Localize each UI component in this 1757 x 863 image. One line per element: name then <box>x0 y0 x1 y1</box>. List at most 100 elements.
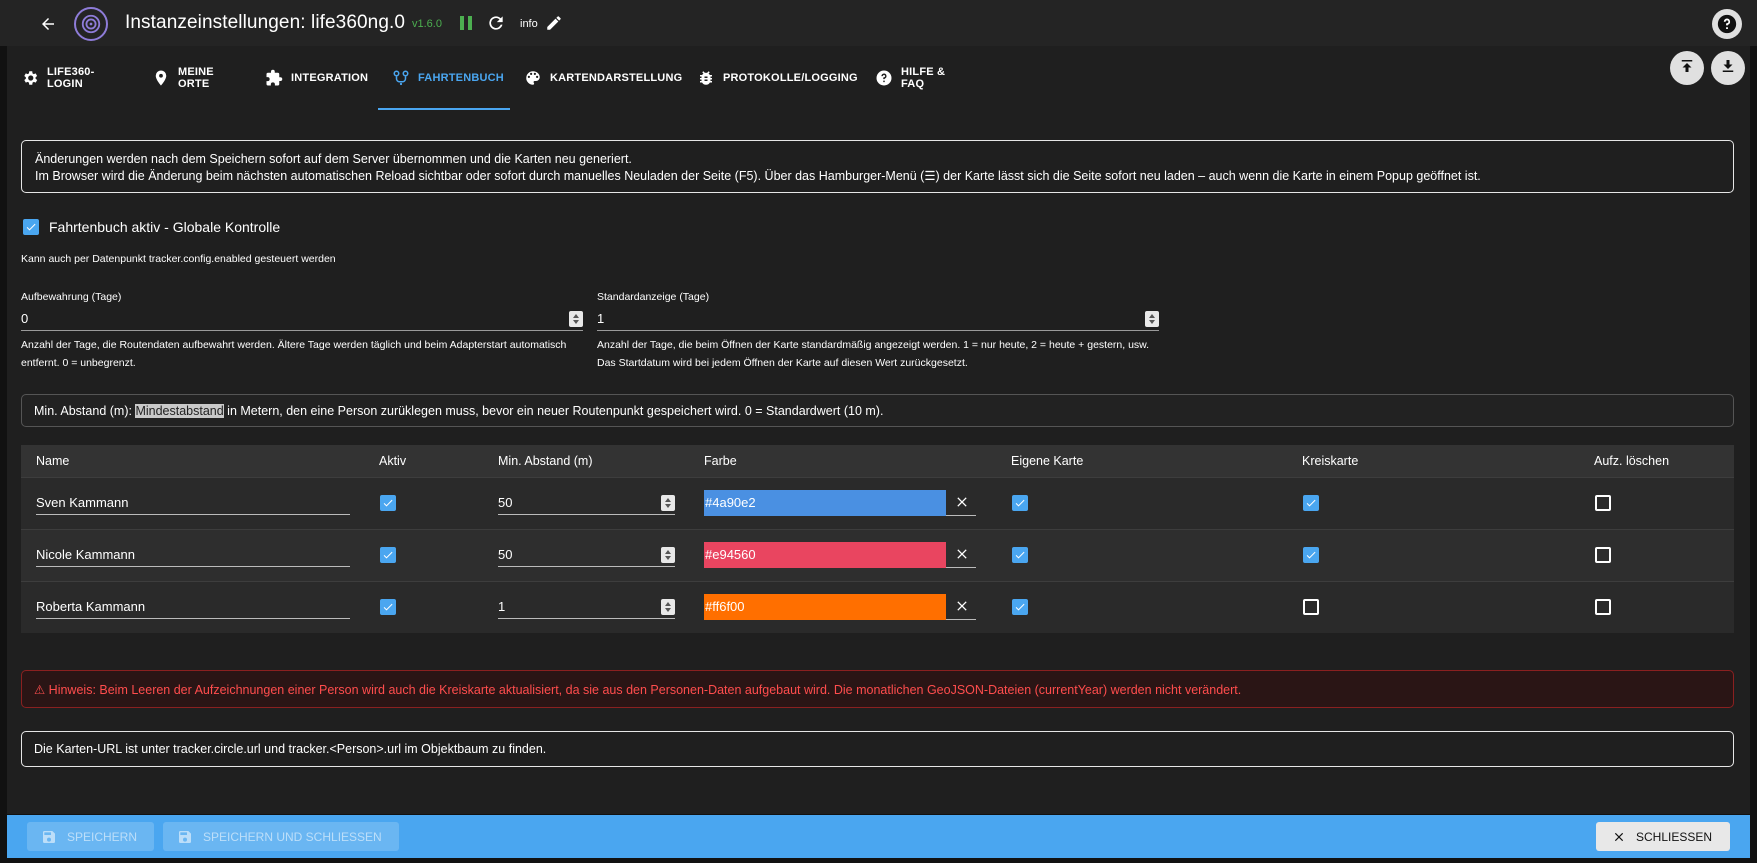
clear-color-icon[interactable] <box>954 598 970 619</box>
retention-value: 0 <box>21 311 29 326</box>
global-enable-checkbox[interactable] <box>23 219 39 235</box>
tab-label: KARTENDARSTELLUNG <box>550 72 683 84</box>
active-checkbox[interactable] <box>380 495 396 511</box>
clear-color-icon[interactable] <box>954 494 970 515</box>
clear-records-checkbox[interactable] <box>1595 547 1611 563</box>
page-title: Instanzeinstellungen: life360ng.0 <box>125 12 406 33</box>
floppy-icon <box>177 829 193 845</box>
clear-records-checkbox[interactable] <box>1595 495 1611 511</box>
tab-fahrtenbuch[interactable]: FAHRTENBUCH <box>378 46 510 110</box>
default-display-stepper[interactable] <box>1145 311 1159 327</box>
close-button[interactable]: SCHLIESSEN <box>1596 822 1730 851</box>
color-field[interactable]: #4a90e2 <box>704 490 976 516</box>
tab-label: INTEGRATION <box>291 72 369 84</box>
retention-input[interactable]: 0 <box>21 307 583 331</box>
col-clear: Aufz. löschen <box>1594 454 1670 468</box>
own-map-checkbox[interactable] <box>1012 547 1028 563</box>
min-distance-input[interactable]: 1 <box>498 595 675 619</box>
tab-life360-login[interactable]: LIFE360-LOGIN <box>7 46 138 110</box>
map-pin-icon <box>152 69 170 87</box>
save-button[interactable]: SPEICHERN <box>27 822 154 851</box>
col-active: Aktiv <box>379 454 407 468</box>
own-map-checkbox[interactable] <box>1012 495 1028 511</box>
adapter-logo <box>74 7 108 41</box>
min-distance-stepper[interactable] <box>661 547 675 563</box>
active-checkbox[interactable] <box>380 599 396 615</box>
min-distance-input[interactable]: 50 <box>498 491 675 515</box>
clear-records-checkbox[interactable] <box>1595 599 1611 615</box>
tab-integration[interactable]: INTEGRATION <box>251 46 378 110</box>
color-field[interactable]: #ff6f00 <box>704 594 976 620</box>
table-row: Nicole Kammann 50 #e94560 <box>21 529 1734 581</box>
save-label: SPEICHERN <box>67 829 138 844</box>
help-icon[interactable] <box>1712 9 1742 39</box>
min-distance-note: Min. Abstand (m): Mindestabstand in Mete… <box>21 394 1734 427</box>
col-name: Name <box>36 454 70 468</box>
retention-label: Aufbewahrung (Tage) <box>21 291 122 303</box>
circle-map-checkbox[interactable] <box>1303 547 1319 563</box>
save-and-close-label: SPEICHERN UND SCHLIESSEN <box>203 829 382 844</box>
own-map-checkbox[interactable] <box>1012 599 1028 615</box>
url-hint-box: Die Karten-URL ist unter tracker.circle.… <box>21 731 1734 767</box>
gear-icon <box>21 69 39 87</box>
info-line-2: Im Browser wird die Änderung beim nächst… <box>35 169 1481 183</box>
refresh-icon[interactable] <box>486 13 506 38</box>
upload-settings-button[interactable] <box>1670 51 1704 85</box>
min-distance-highlight: Mindestabstand <box>135 404 224 418</box>
palette-icon <box>524 69 542 87</box>
tab-meine-orte[interactable]: MEINE ORTE <box>138 46 251 110</box>
default-display-help: Anzahl der Tage, die beim Öffnen der Kar… <box>597 339 1150 369</box>
save-and-close-button[interactable]: SPEICHERN UND SCHLIESSEN <box>163 822 399 851</box>
clear-color-icon[interactable] <box>954 546 970 567</box>
tab-protokolle-logging[interactable]: PROTOKOLLE/LOGGING <box>683 46 861 110</box>
min-distance-value: 1 <box>498 599 506 614</box>
global-enable-hint: Kann auch per Datenpunkt tracker.config.… <box>21 253 336 265</box>
circle-map-checkbox[interactable] <box>1303 495 1319 511</box>
person-name-input[interactable]: Nicole Kammann <box>36 543 350 567</box>
min-distance-input[interactable]: 50 <box>498 543 675 567</box>
color-value[interactable]: #e94560 <box>704 542 946 568</box>
table-body: Sven Kammann 50 #4a90e2 Nicole Kammann 50 #e9… <box>21 477 1734 633</box>
tab-label: HILFE & FAQ <box>901 66 946 90</box>
header-bar: Instanzeinstellungen: life360ng.0 v1.6.0… <box>0 0 1757 46</box>
tab-kartendarstellung[interactable]: KARTENDARSTELLUNG <box>510 46 683 110</box>
tab-hilfe-faq[interactable]: HILFE & FAQ <box>861 46 981 110</box>
min-distance-value: 50 <box>498 495 513 510</box>
col-own-map: Eigene Karte <box>1011 454 1084 468</box>
floppy-icon <box>41 829 57 845</box>
route-icon <box>392 69 410 87</box>
min-distance-stepper[interactable] <box>661 599 675 615</box>
warning-box: ⚠ Hinweis: Beim Leeren der Aufzeichnunge… <box>21 670 1734 708</box>
person-name-input[interactable]: Sven Kammann <box>36 491 350 515</box>
active-checkbox[interactable] <box>380 547 396 563</box>
upload-icon <box>1678 57 1696 80</box>
color-value[interactable]: #ff6f00 <box>704 594 946 620</box>
tab-label: MEINE ORTE <box>178 66 214 90</box>
person-name-input[interactable]: Roberta Kammann <box>36 595 350 619</box>
info-line-1: Änderungen werden nach dem Speichern sof… <box>35 152 632 166</box>
version-label: v1.6.0 <box>412 18 442 30</box>
circle-map-checkbox[interactable] <box>1303 599 1319 615</box>
min-distance-value: 50 <box>498 547 513 562</box>
info-label: info <box>520 18 538 30</box>
download-settings-button[interactable] <box>1711 51 1745 85</box>
back-arrow-icon[interactable] <box>36 12 60 36</box>
min-distance-stepper[interactable] <box>661 495 675 511</box>
retention-stepper[interactable] <box>569 311 583 327</box>
help-circle-icon <box>875 69 893 87</box>
tab-label: LIFE360-LOGIN <box>47 66 95 90</box>
color-value[interactable]: #4a90e2 <box>704 490 946 516</box>
pencil-icon[interactable] <box>545 14 563 37</box>
tab-label: PROTOKOLLE/LOGGING <box>723 72 858 84</box>
default-display-input[interactable]: 1 <box>597 307 1159 331</box>
color-field[interactable]: #e94560 <box>704 542 976 568</box>
tab-label: FAHRTENBUCH <box>418 72 504 84</box>
download-icon <box>1719 57 1737 80</box>
pause-icon[interactable] <box>459 15 473 36</box>
min-distance-prefix: Min. Abstand (m): <box>34 404 136 418</box>
puzzle-icon <box>265 69 283 87</box>
default-display-value: 1 <box>597 311 605 326</box>
footer-bar: SPEICHERN SPEICHERN UND SCHLIESSEN SCHLI… <box>7 815 1750 858</box>
col-min-distance: Min. Abstand (m) <box>498 454 593 468</box>
close-label: SCHLIESSEN <box>1636 829 1713 844</box>
